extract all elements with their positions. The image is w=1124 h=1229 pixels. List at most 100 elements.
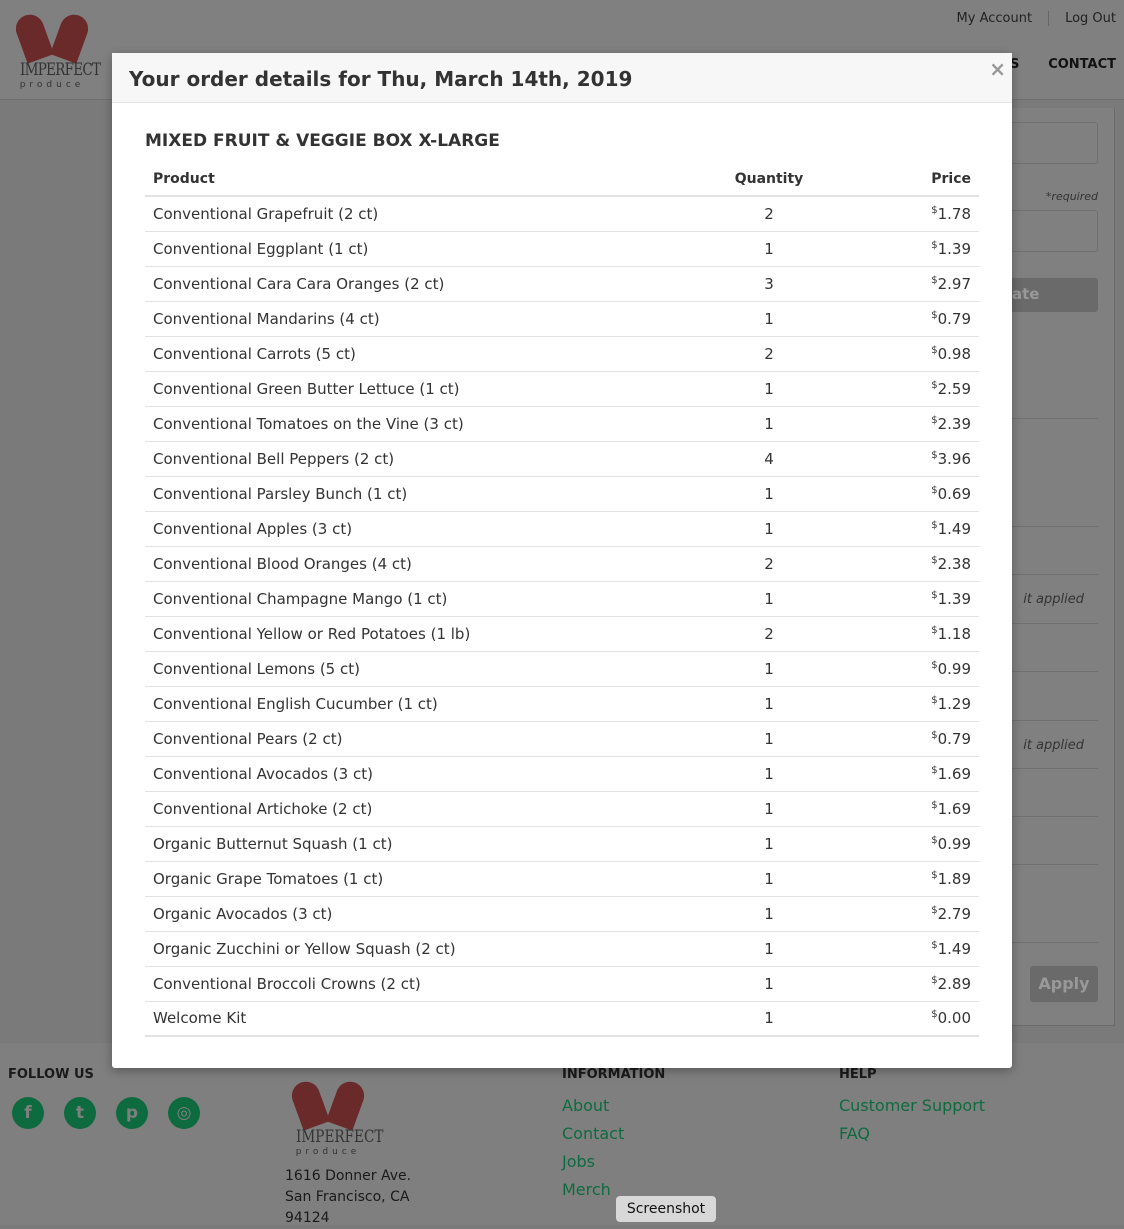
- table-row: Conventional Green Butter Lettuce (1 ct)…: [145, 370, 979, 406]
- footer-link-faq[interactable]: FAQ: [839, 1120, 985, 1148]
- credit-applied-label: it applied: [1023, 738, 1084, 753]
- quantity: 1: [709, 650, 829, 686]
- product-name: Welcome Kit: [145, 1000, 709, 1037]
- footer-link-customer-support[interactable]: Customer Support: [839, 1092, 985, 1120]
- follow-us-heading: FOLLOW US: [8, 1067, 94, 1082]
- price: $0.00: [829, 1000, 979, 1037]
- price: $0.99: [829, 825, 979, 861]
- update-button[interactable]: ate: [998, 278, 1098, 312]
- price: $1.18: [829, 615, 979, 651]
- my-account-link[interactable]: My Account: [957, 11, 1033, 26]
- quantity: 1: [709, 580, 829, 616]
- price: $2.59: [829, 370, 979, 406]
- quantity: 1: [709, 405, 829, 441]
- table-row: Conventional Champagne Mango (1 ct) 1 $1…: [145, 580, 979, 616]
- quantity: 4: [709, 440, 829, 476]
- table-row: Conventional Apples (3 ct) 1 $1.49: [145, 510, 979, 546]
- quantity: 1: [709, 300, 829, 336]
- product-name: Conventional Pears (2 ct): [145, 720, 709, 756]
- logo-text: IMPERFECT: [20, 60, 101, 80]
- product-name: Conventional Apples (3 ct): [145, 510, 709, 546]
- price: $1.29: [829, 685, 979, 721]
- quantity: 1: [709, 930, 829, 966]
- footer-link-merch[interactable]: Merch: [562, 1176, 624, 1204]
- product-name: Conventional Bell Peppers (2 ct): [145, 440, 709, 476]
- account-sidebar: *required ate it applied it applied Appl…: [998, 108, 1115, 1026]
- price: $2.97: [829, 265, 979, 301]
- footer-link-about[interactable]: About: [562, 1092, 624, 1120]
- table-row: Conventional Bell Peppers (2 ct) 4 $3.96: [145, 440, 979, 476]
- apply-button[interactable]: Apply: [1030, 966, 1098, 1002]
- logo[interactable]: IMPERFECT produce: [12, 8, 101, 90]
- quantity: 1: [709, 685, 829, 721]
- product-name: Conventional Avocados (3 ct): [145, 755, 709, 791]
- table-row: Conventional Carrots (5 ct) 2 $0.98: [145, 335, 979, 371]
- footer-link-jobs[interactable]: Jobs: [562, 1148, 624, 1176]
- product-name: Conventional Carrots (5 ct): [145, 335, 709, 371]
- input-field[interactable]: [998, 122, 1098, 164]
- facebook-icon[interactable]: f: [12, 1097, 44, 1129]
- box-title: MIXED FRUIT & VEGGIE BOX X-LARGE: [145, 131, 500, 151]
- heart-logo-icon: [302, 1075, 354, 1123]
- table-row: Conventional Avocados (3 ct) 1 $1.69: [145, 755, 979, 791]
- table-row: Conventional Parsley Bunch (1 ct) 1 $0.6…: [145, 475, 979, 511]
- product-name: Conventional Parsley Bunch (1 ct): [145, 475, 709, 511]
- pinterest-icon[interactable]: p: [116, 1097, 148, 1129]
- screenshot-tooltip[interactable]: Screenshot: [616, 1196, 716, 1222]
- price: $0.69: [829, 475, 979, 511]
- instagram-icon[interactable]: ◎: [168, 1097, 200, 1129]
- input-field[interactable]: [998, 210, 1098, 252]
- price: $2.39: [829, 405, 979, 441]
- order-details-modal: Your order details for Thu, March 14th, …: [112, 53, 1012, 1068]
- product-name: Conventional Eggplant (1 ct): [145, 230, 709, 266]
- price: $2.89: [829, 965, 979, 1001]
- price: $1.89: [829, 860, 979, 896]
- log-out-link[interactable]: Log Out: [1048, 11, 1116, 26]
- help-heading: HELP: [839, 1067, 877, 1082]
- quantity: 1: [709, 720, 829, 756]
- price: $0.79: [829, 720, 979, 756]
- information-heading: INFORMATION: [562, 1067, 666, 1082]
- price: $3.96: [829, 440, 979, 476]
- table-row: Conventional Yellow or Red Potatoes (1 l…: [145, 615, 979, 651]
- close-icon[interactable]: ×: [989, 57, 1006, 81]
- product-name: Conventional Green Butter Lettuce (1 ct): [145, 370, 709, 406]
- price: $0.79: [829, 300, 979, 336]
- credit-applied-label: it applied: [1023, 592, 1084, 607]
- nav-contact[interactable]: CONTACT: [1048, 57, 1116, 72]
- price: $2.79: [829, 895, 979, 931]
- footer-logo: IMPERFECT produce: [288, 1075, 384, 1157]
- table-row: Conventional Pears (2 ct) 1 $0.79: [145, 720, 979, 756]
- quantity: 2: [709, 545, 829, 581]
- product-name: Conventional English Cucumber (1 ct): [145, 685, 709, 721]
- footer-address: 1616 Donner Ave. San Francisco, CA 94124: [285, 1168, 412, 1226]
- table-row: Welcome Kit 1 $0.00: [145, 1000, 979, 1037]
- product-name: Conventional Lemons (5 ct): [145, 650, 709, 686]
- product-name: Conventional Blood Oranges (4 ct): [145, 545, 709, 581]
- quantity: 2: [709, 615, 829, 651]
- twitter-icon[interactable]: t: [64, 1097, 96, 1129]
- product-name: Conventional Cara Cara Oranges (2 ct): [145, 265, 709, 301]
- table-row: Organic Grape Tomatoes (1 ct) 1 $1.89: [145, 860, 979, 896]
- footer-link-contact[interactable]: Contact: [562, 1120, 624, 1148]
- price: $1.39: [829, 580, 979, 616]
- table-row: Conventional Lemons (5 ct) 1 $0.99: [145, 650, 979, 686]
- table-row: Conventional Eggplant (1 ct) 1 $1.39: [145, 230, 979, 266]
- quantity: 1: [709, 755, 829, 791]
- price: $0.99: [829, 650, 979, 686]
- product-name: Organic Zucchini or Yellow Squash (2 ct): [145, 930, 709, 966]
- quantity: 1: [709, 790, 829, 826]
- price: $2.38: [829, 545, 979, 581]
- quantity: 3: [709, 265, 829, 301]
- price: $1.69: [829, 755, 979, 791]
- price: $0.98: [829, 335, 979, 371]
- product-name: Organic Butternut Squash (1 ct): [145, 825, 709, 861]
- quantity: 2: [709, 195, 829, 231]
- heart-logo-icon: [26, 8, 78, 56]
- required-label: *required: [1045, 190, 1098, 203]
- order-table: Product Quantity Price Conventional Grap…: [145, 163, 979, 1037]
- table-row: Conventional Cara Cara Oranges (2 ct) 3 …: [145, 265, 979, 301]
- product-name: Conventional Artichoke (2 ct): [145, 790, 709, 826]
- product-name: Conventional Grapefruit (2 ct): [145, 195, 709, 231]
- table-row: Conventional English Cucumber (1 ct) 1 $…: [145, 685, 979, 721]
